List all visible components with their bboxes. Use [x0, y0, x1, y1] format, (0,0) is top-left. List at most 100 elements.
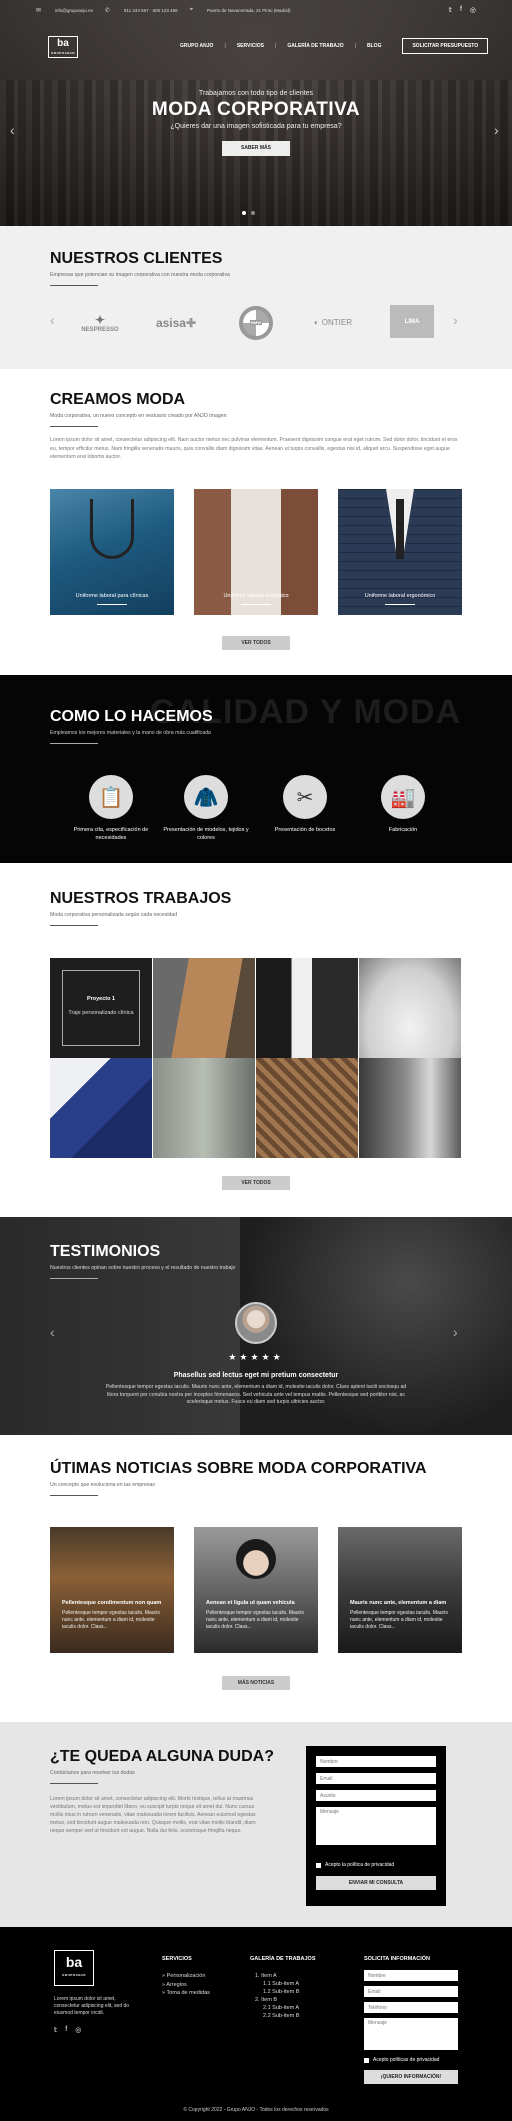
request-quote-button[interactable]: SOLICITAR PRESUPUESTO — [402, 38, 489, 54]
topbar-phone[interactable]: 911 234 567 · 600 123 456 — [124, 8, 178, 13]
footer-heading-servicios: SERVICIOS — [162, 1956, 192, 1962]
jacket-icon: 🧥 — [184, 775, 228, 819]
twitter-icon[interactable]: 𝕥 — [54, 2026, 57, 2034]
chevron-right-icon[interactable]: › — [494, 122, 499, 138]
work-item-3[interactable] — [256, 958, 358, 1058]
footer-link[interactable]: » Personalización — [162, 1972, 210, 1981]
chevron-right-icon[interactable]: › — [453, 312, 458, 328]
works-title: NUESTROS TRABAJOS — [50, 890, 232, 907]
facebook-icon[interactable]: f — [460, 6, 462, 14]
footer-link[interactable]: 2. Item B — [255, 1996, 299, 2004]
testimonial-title: Phasellus sed lectus eget mi pretium con… — [173, 1372, 339, 1379]
site-logo[interactable]: ba GRUPOANJO — [48, 36, 78, 58]
view-all-works-button[interactable]: VER TODOS — [222, 1176, 290, 1190]
nav-item-galeria[interactable]: GALERÍA DE TRABAJO — [287, 43, 343, 49]
hero-kicker: Trabajamos con todo tipo de clientes — [198, 90, 314, 97]
star-rating: ★★★★★ — [228, 1352, 284, 1362]
chevron-left-icon[interactable]: ‹ — [50, 312, 55, 328]
avatar — [235, 1302, 277, 1344]
clients-subtitle: Empresas que potencian su imagen corpora… — [50, 272, 230, 278]
contact-subtitle: Contáctanos para resolver tus dudas — [50, 1770, 135, 1776]
checkbox-icon[interactable] — [316, 1862, 321, 1868]
nav-item-blog[interactable]: BLOG — [367, 43, 381, 49]
nav-item-servicios[interactable]: SERVICIOS — [237, 43, 264, 49]
clients-section — [0, 226, 512, 369]
more-news-button[interactable]: MÁS NOTICIAS — [222, 1676, 290, 1690]
footer-link[interactable]: 1. Item A — [255, 1972, 299, 1980]
step-label: Presentación de bocetos — [274, 827, 336, 833]
footer-link[interactable]: 2.2 Sub-item B — [255, 2012, 299, 2020]
footer-link[interactable]: » Arreglos — [162, 1981, 210, 1990]
footer-link[interactable]: 2.1 Sub-item A — [255, 2004, 299, 2012]
footer-heading-info: SOLICITA INFORMACIÓN — [364, 1956, 430, 1962]
footer-privacy-checkbox[interactable]: Acepto políticas de privacidad — [364, 2057, 439, 2063]
checkbox-icon[interactable] — [364, 2057, 369, 2063]
footer-link[interactable]: 1.1 Sub-item A — [255, 1980, 299, 1988]
slider-dot[interactable] — [251, 211, 255, 215]
step-label: Primera cita, especificación de necesida… — [73, 827, 149, 841]
privacy-checkbox[interactable]: Acepto la política de privacidad — [316, 1862, 394, 1868]
clipboard-icon: 📋 — [89, 775, 133, 819]
testimonials-subtitle: Nuestros clientes opinan sobre nuestro p… — [50, 1265, 236, 1271]
hero-learn-more-button[interactable]: SABER MÁS — [222, 141, 290, 156]
request-info-button[interactable]: ¡QUIERO INFORMACIÓN! — [364, 2070, 458, 2084]
footer-logo[interactable]: ba GRUPOANJO — [54, 1950, 94, 1986]
work-item-5[interactable] — [50, 1058, 152, 1158]
footer-phone-field[interactable] — [364, 2002, 458, 2013]
footer-servicios-list: » Personalización » Arreglos » Toma de m… — [162, 1972, 210, 1998]
view-all-button[interactable]: VER TODOS — [222, 636, 290, 650]
step-label: Presentación de modelos, tejidos y color… — [163, 827, 249, 841]
contact-title: ¿TE QUEDA ALGUNA DUDA? — [50, 1748, 274, 1765]
instagram-icon[interactable]: ◎ — [470, 6, 476, 14]
twitter-icon[interactable]: 𝕥 — [449, 6, 452, 14]
news-card[interactable]: Aenean et ligula ut quam vehicula Pellen… — [194, 1527, 318, 1653]
process-subtitle: Empleamos los mejores materiales y la ma… — [50, 730, 211, 736]
slider-dots — [242, 211, 255, 215]
divider — [50, 1278, 98, 1279]
footer-social: 𝕥 f ◎ — [54, 2026, 81, 2034]
card-clinicas[interactable]: Uniforme laboral para clínicas — [50, 489, 174, 615]
footer-message-field[interactable] — [364, 2018, 458, 2050]
subject-field[interactable] — [316, 1790, 436, 1801]
slider-dot[interactable] — [242, 211, 246, 215]
topbar-address: Puerto de Navacerrada, 21 Pinto (Madrid) — [207, 7, 291, 13]
news-card[interactable]: Pellentesque condimentum non quam Pellen… — [50, 1527, 174, 1653]
work-item-7[interactable] — [256, 1058, 358, 1158]
nav-item-grupo-anjo[interactable]: GRUPO ANJO — [180, 43, 213, 49]
step-label: Fabricación — [388, 827, 418, 833]
footer-name-field[interactable] — [364, 1970, 458, 1981]
news-card[interactable]: Mauris nunc ante, elementum a diam Pelle… — [338, 1527, 462, 1653]
message-field[interactable] — [316, 1807, 436, 1845]
chevron-right-icon[interactable]: › — [453, 1324, 458, 1340]
footer-galeria-list: 1. Item A 1.1 Sub-item A 1.2 Sub-item B … — [255, 1972, 299, 2020]
divider — [50, 426, 98, 427]
work-item-1[interactable]: Proyecto 1 Traje personalizado clínica — [50, 958, 152, 1058]
work-item-4[interactable] — [359, 958, 461, 1058]
chevron-left-icon[interactable]: ‹ — [10, 122, 15, 138]
hero-subtitle: ¿Quieres dar una imagen sofisticada para… — [170, 123, 342, 130]
work-item-8[interactable] — [359, 1058, 461, 1158]
work-item-2[interactable] — [153, 958, 255, 1058]
topbar-email[interactable]: info@grupoanjo.es — [55, 8, 93, 13]
footer-email-field[interactable] — [364, 1986, 458, 1997]
process-title: COMO LO HACEMOS — [50, 708, 213, 725]
facebook-icon[interactable]: f — [65, 2026, 67, 2034]
work-item-6[interactable] — [153, 1058, 255, 1158]
contact-form: Acepto la política de privacidad ENVIAR … — [306, 1746, 446, 1906]
divider — [50, 925, 98, 926]
testimonials-title: TESTIMONIOS — [50, 1243, 161, 1260]
footer-link[interactable]: 1.2 Sub-item B — [255, 1988, 299, 1996]
footer-link[interactable]: » Toma de medidas — [162, 1989, 210, 1998]
instagram-icon[interactable]: ◎ — [75, 2026, 81, 2034]
email-icon: ✉ — [36, 7, 42, 14]
chevron-left-icon[interactable]: ‹ — [50, 1324, 55, 1340]
divider — [50, 743, 98, 744]
card-ecologico[interactable]: Uniforme laboral ecológico — [194, 489, 318, 615]
send-inquiry-button[interactable]: ENVIAR MI CONSULTA — [316, 1876, 436, 1890]
main-nav: GRUPO ANJO | SERVICIOS | GALERÍA DE TRABAJ… — [180, 38, 489, 54]
email-field[interactable] — [316, 1773, 436, 1784]
name-field[interactable] — [316, 1756, 436, 1767]
location-icon: ⌖ — [189, 6, 194, 13]
client-logo-bmw: BMW — [236, 305, 276, 340]
card-ergonomico[interactable]: Uniforme laboral ergonómico — [338, 489, 462, 615]
